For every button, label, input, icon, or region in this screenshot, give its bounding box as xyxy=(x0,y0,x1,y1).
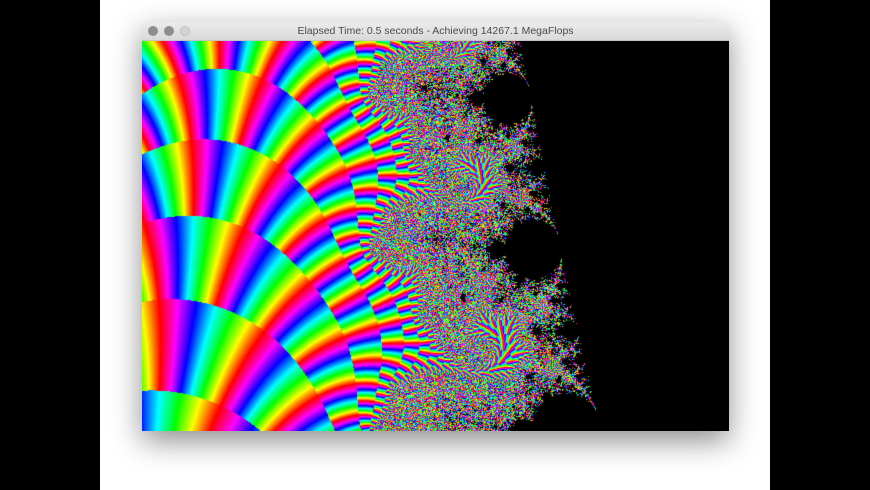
window-title: Elapsed Time: 0.5 seconds - Achieving 14… xyxy=(297,25,574,37)
app-window: Elapsed Time: 0.5 seconds - Achieving 14… xyxy=(142,22,729,431)
fractal-canvas xyxy=(142,41,729,431)
title-bar[interactable]: Elapsed Time: 0.5 seconds - Achieving 14… xyxy=(142,22,729,41)
